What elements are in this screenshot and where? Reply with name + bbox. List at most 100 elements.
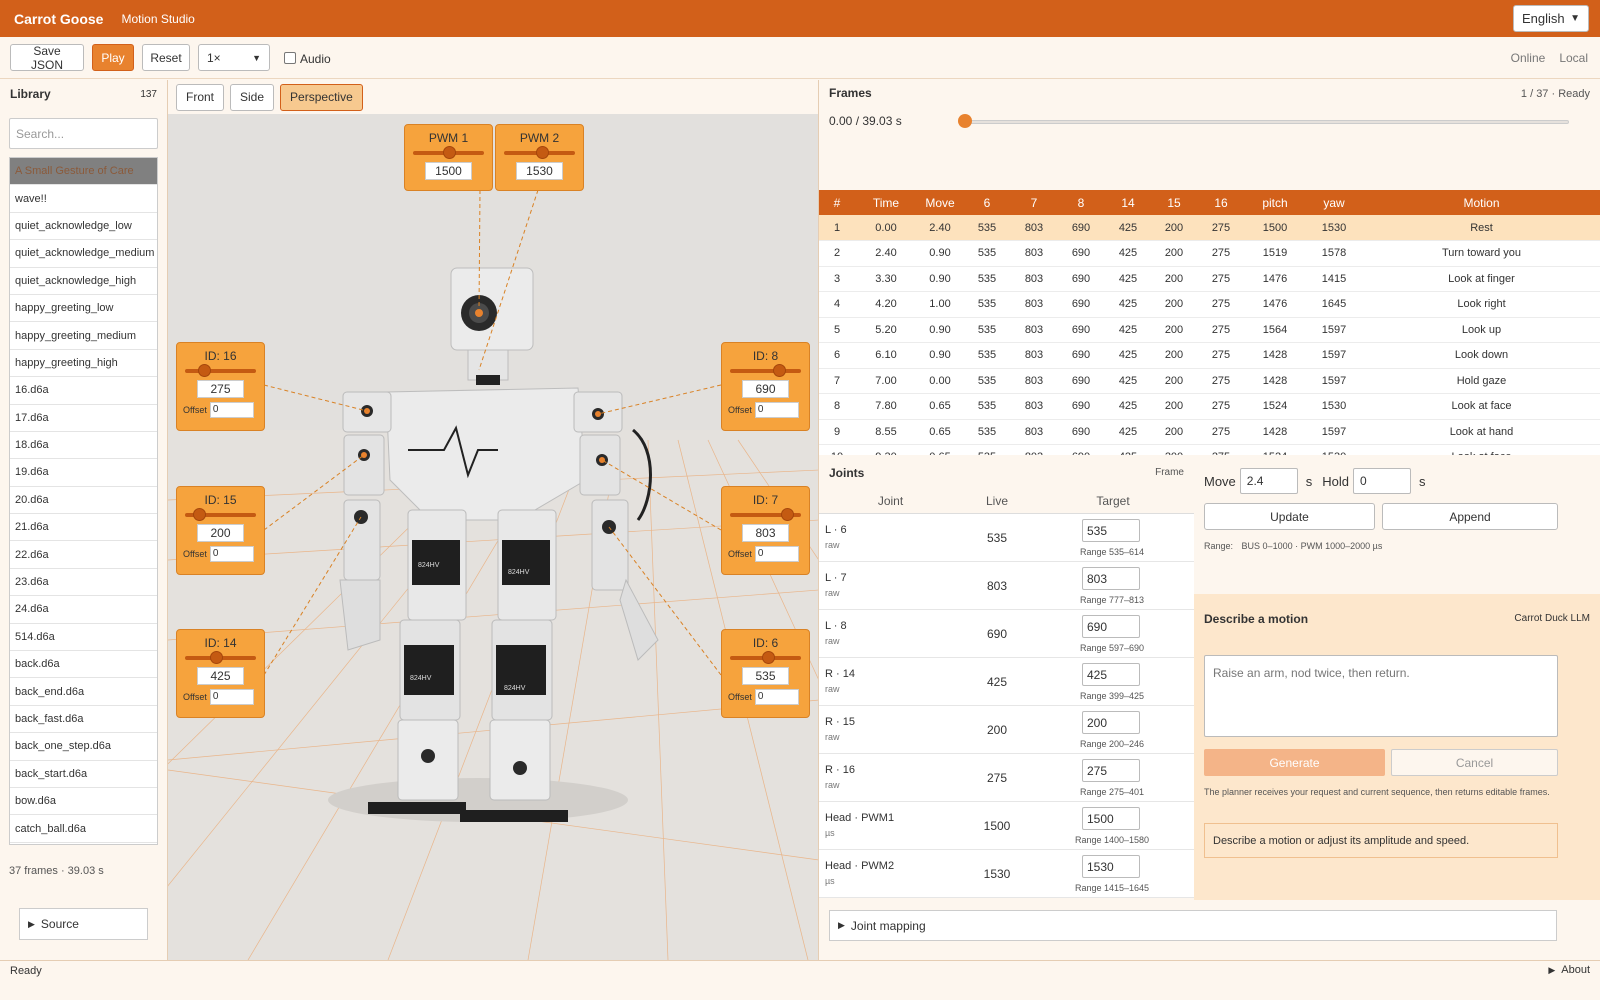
- library-list[interactable]: A Small Gesture of Care wave!! quiet_ackno…: [9, 157, 158, 845]
- library-item[interactable]: 22.d6a: [10, 541, 157, 569]
- slider-knob[interactable]: [193, 508, 207, 521]
- library-item[interactable]: back_one_step.d6a: [10, 733, 157, 761]
- local-indicator[interactable]: Local: [1559, 51, 1588, 65]
- slider-knob[interactable]: [762, 651, 776, 664]
- servo-slider[interactable]: [185, 364, 256, 377]
- play-button[interactable]: Play: [92, 44, 134, 71]
- joint-mapping-toggle[interactable]: ▶ Joint mapping: [829, 910, 1557, 941]
- reset-button[interactable]: Reset: [142, 44, 190, 71]
- servo-slider[interactable]: [185, 651, 256, 664]
- library-item[interactable]: 24.d6a: [10, 596, 157, 624]
- library-item[interactable]: 514.d6a: [10, 624, 157, 652]
- library-item[interactable]: 18.d6a: [10, 432, 157, 460]
- frame-row[interactable]: 6 6.10 0.90 535 803 690 425 200 275 1428 1597 Look …: [819, 342, 1600, 369]
- offset-input[interactable]: 0: [209, 689, 254, 705]
- frame-row[interactable]: 2 2.40 0.90 535 803 690 425 200 275 1519 1578 Turn …: [819, 240, 1600, 267]
- library-item[interactable]: 20.d6a: [10, 487, 157, 515]
- offset-input[interactable]: 0: [754, 402, 799, 418]
- slider-knob[interactable]: [772, 364, 786, 377]
- frame-row[interactable]: 9 8.55 0.65 535 803 690 425 200 275 1428 1597 Look …: [819, 419, 1600, 445]
- frame-row[interactable]: 4 4.20 1.00 535 803 690 425 200 275 1476 1645 Look …: [819, 291, 1600, 318]
- offset-input[interactable]: 0: [209, 546, 254, 562]
- library-item[interactable]: 19.d6a: [10, 459, 157, 487]
- offset-input[interactable]: 0: [754, 689, 799, 705]
- joint-target-input[interactable]: 275: [1082, 759, 1140, 782]
- servo-value-input[interactable]: 690: [742, 380, 789, 398]
- move-input[interactable]: 2.4: [1239, 468, 1298, 494]
- timeline-track[interactable]: [964, 120, 1569, 124]
- robot-viewport[interactable]: 824HV 824HV 824HV 824HV Front Side Persp…: [168, 80, 819, 960]
- joint-target-input[interactable]: 535: [1082, 519, 1140, 542]
- library-item[interactable]: back.d6a: [10, 651, 157, 679]
- joint-target-input[interactable]: 1530: [1082, 855, 1140, 878]
- servo-value-input[interactable]: 425: [197, 667, 244, 685]
- library-item[interactable]: catch_ball.d6a: [10, 815, 157, 843]
- library-item[interactable]: happy_greeting_low: [10, 295, 157, 323]
- servo-value-input[interactable]: 803: [742, 524, 789, 542]
- frame-row[interactable]: 5 5.20 0.90 535 803 690 425 200 275 1564 1597 Look …: [819, 317, 1600, 343]
- servo-value-input[interactable]: 275: [197, 380, 244, 398]
- joint-target-input[interactable]: 200: [1082, 711, 1140, 734]
- joint-target-input[interactable]: 425: [1082, 663, 1140, 686]
- frame-row[interactable]: 7 7.00 0.00 535 803 690 425 200 275 1428 1597 Hold …: [819, 368, 1600, 394]
- servo-slider[interactable]: [730, 508, 801, 521]
- frame-row[interactable]: 8 7.80 0.65 535 803 690 425 200 275 1524 1530 Look …: [819, 393, 1600, 420]
- cancel-button[interactable]: Cancel: [1391, 749, 1558, 776]
- slider-knob[interactable]: [442, 146, 456, 159]
- library-item[interactable]: quiet_acknowledge_medium: [10, 240, 157, 268]
- generate-button[interactable]: Generate: [1204, 749, 1385, 776]
- pwm-value-input[interactable]: 1530: [516, 162, 563, 180]
- library-item[interactable]: 17.d6a: [10, 405, 157, 432]
- speed-select[interactable]: 1× ▼: [198, 44, 270, 71]
- library-item[interactable]: bow.d6a: [10, 788, 157, 816]
- library-item[interactable]: A Small Gesture of Care: [10, 158, 157, 186]
- save-json-button[interactable]: Save JSON: [10, 44, 84, 72]
- library-item[interactable]: 23.d6a: [10, 569, 157, 597]
- library-item[interactable]: 16.d6a: [10, 377, 157, 405]
- tab-front[interactable]: Front: [176, 83, 225, 111]
- frame-row[interactable]: 3 3.30 0.90 535 803 690 425 200 275 1476 1415 Look …: [819, 266, 1600, 292]
- servo-slider[interactable]: [730, 651, 801, 664]
- servo-value-input[interactable]: 535: [742, 667, 789, 685]
- slider-knob[interactable]: [535, 146, 549, 159]
- frames-table-wrap[interactable]: # Time Move 6 7 8 14 15 16 pitch yaw Motion 1 0.00 2.…: [819, 135, 1600, 455]
- pwm-slider[interactable]: [413, 146, 484, 159]
- library-item[interactable]: 21.d6a: [10, 514, 157, 542]
- joint-target-input[interactable]: 803: [1082, 567, 1140, 590]
- offset-input[interactable]: 0: [209, 402, 254, 418]
- servo-value-input[interactable]: 200: [197, 524, 244, 542]
- offset-input[interactable]: 0: [754, 546, 799, 562]
- library-search-input[interactable]: Search...: [9, 118, 158, 149]
- pwm-value-input[interactable]: 1500: [425, 162, 472, 180]
- slider-knob[interactable]: [209, 651, 223, 664]
- hold-input[interactable]: 0: [1353, 468, 1412, 494]
- frame-row[interactable]: 1 0.00 2.40 535 803 690 425 200 275 1500 1530 Rest: [819, 215, 1600, 241]
- library-item[interactable]: quiet_acknowledge_low: [10, 213, 157, 241]
- library-item[interactable]: happy_greeting_high: [10, 350, 157, 378]
- slider-knob[interactable]: [198, 364, 212, 377]
- slider-knob[interactable]: [780, 508, 794, 521]
- joint-target-input[interactable]: 690: [1082, 615, 1140, 638]
- library-item[interactable]: wave!!: [10, 185, 157, 213]
- language-select[interactable]: English ▼: [1513, 5, 1589, 32]
- update-button[interactable]: Update: [1204, 503, 1375, 530]
- joint-target-input[interactable]: 1500: [1082, 807, 1140, 830]
- library-item[interactable]: back_start.d6a: [10, 761, 157, 788]
- about-toggle[interactable]: ▶ About: [1548, 964, 1590, 976]
- library-item[interactable]: happy_greeting_medium: [10, 322, 157, 350]
- frame-row[interactable]: 109.300.6553580369042520027515241530Look…: [819, 444, 1600, 455]
- servo-slider[interactable]: [730, 364, 801, 377]
- tab-side[interactable]: Side: [230, 83, 275, 111]
- pwm-slider[interactable]: [504, 146, 575, 159]
- library-item[interactable]: back_fast.d6a: [10, 706, 157, 734]
- servo-slider[interactable]: [185, 508, 256, 521]
- audio-checkbox[interactable]: [284, 51, 296, 64]
- source-toggle[interactable]: ▶ Source: [19, 908, 148, 940]
- online-indicator[interactable]: Online: [1511, 51, 1546, 65]
- tab-perspective[interactable]: Perspective: [280, 83, 363, 111]
- append-button[interactable]: Append: [1382, 503, 1558, 530]
- timeline-handle[interactable]: [958, 114, 972, 128]
- motion-description-input[interactable]: Raise an arm, nod twice, then return.: [1204, 655, 1558, 737]
- library-item[interactable]: quiet_acknowledge_high: [10, 268, 157, 295]
- library-item[interactable]: back_end.d6a: [10, 678, 157, 706]
